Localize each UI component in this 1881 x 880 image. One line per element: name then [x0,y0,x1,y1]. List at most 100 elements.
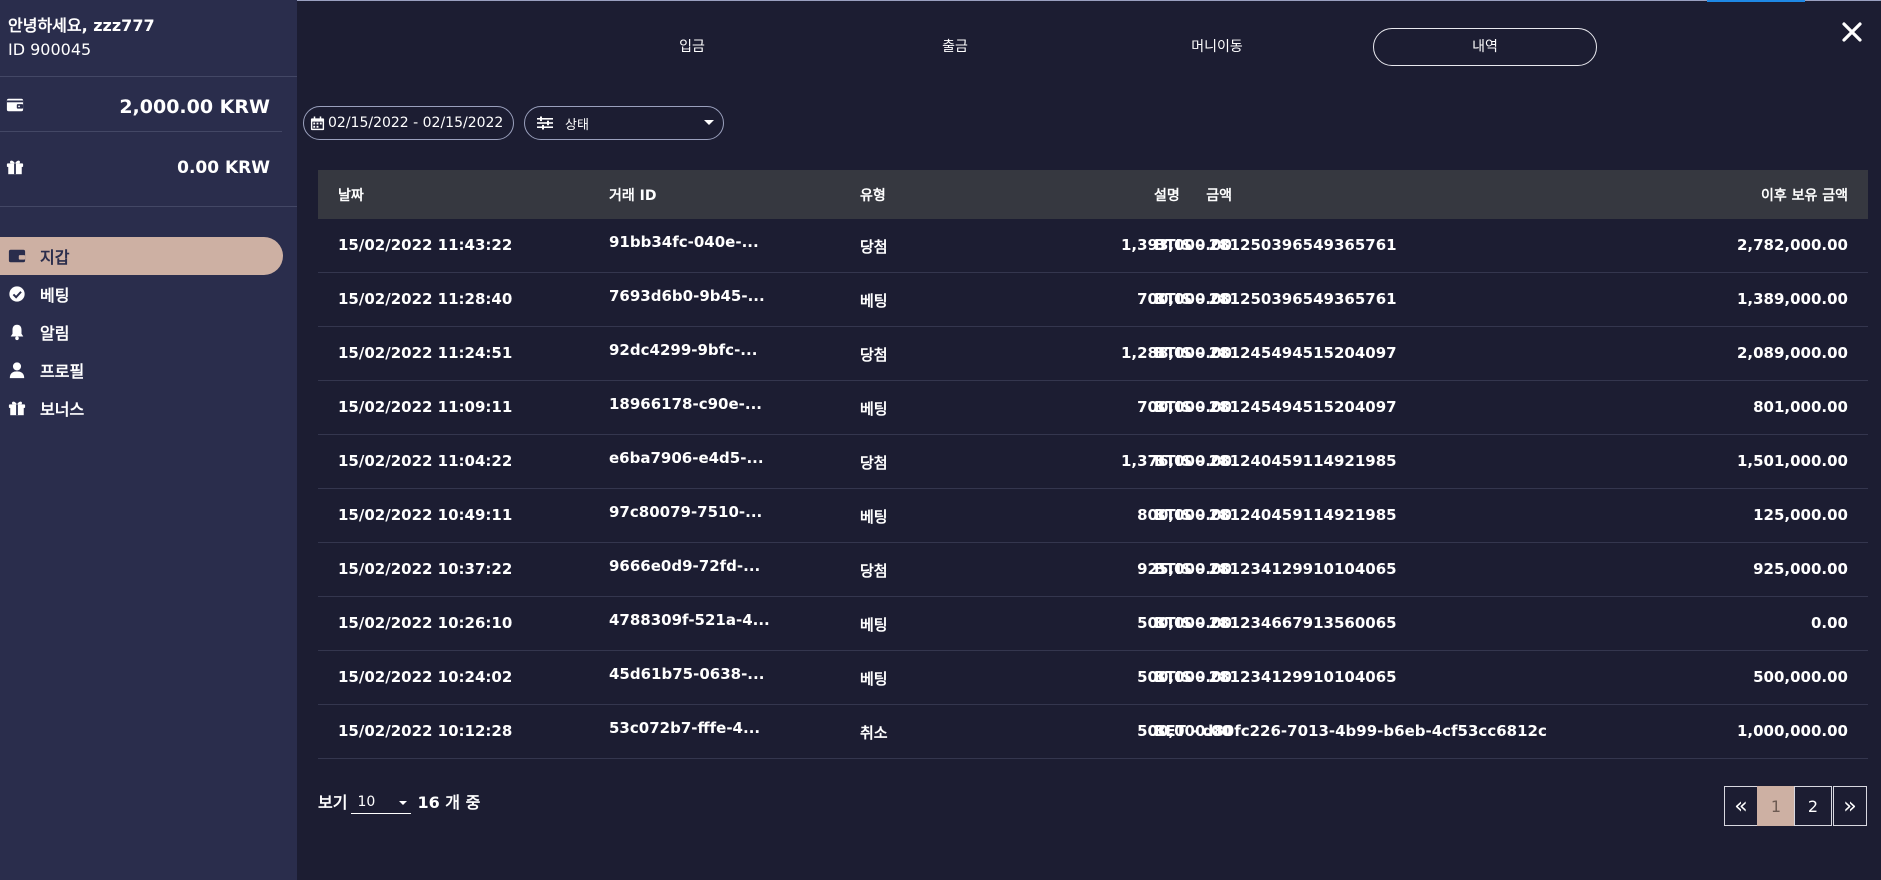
cell-date: 15/02/2022 10:37:22 [338,560,513,578]
tab-deposit[interactable]: 입금 [580,28,804,66]
main-balance: 2,000.00 KRW [119,96,270,118]
col-header-amount: 금액 [1206,188,1232,204]
sliders-icon [537,116,553,130]
check-circle-icon [9,286,25,302]
divider [0,131,282,132]
cell-date: 15/02/2022 11:24:51 [338,344,513,362]
tab-withdraw[interactable]: 출금 [843,28,1067,66]
cell-transaction-id: 92dc4299-9bfc-... [609,341,758,359]
date-range-filter[interactable]: 02/15/2022 - 02/15/2022 [303,106,514,140]
prev-page-button[interactable]: « [1724,786,1758,826]
cell-date: 15/02/2022 11:43:22 [338,236,513,254]
wallet-icon [8,249,26,263]
table-header: 날짜 거래 ID 유형 금액 설명 이후 보유 금액 [318,170,1868,219]
cell-date: 15/02/2022 10:49:11 [338,506,513,524]
tab-transfer[interactable]: 머니이동 [1105,28,1329,66]
sidebar-item-notifications[interactable]: 알림 [0,313,283,351]
cell-balance-after: 2,782,000.00 [1736,236,1848,254]
page-1-button[interactable]: 1 [1757,786,1795,826]
cell-date: 15/02/2022 11:09:11 [338,398,513,416]
table-row[interactable]: 15/02/2022 11:09:11 18966178-c90e-... 베팅 70… [318,381,1868,435]
cell-balance-after: 0.00 [1810,614,1848,632]
cell-balance-after: 801,000.00 [1753,398,1848,416]
cell-date: 15/02/2022 10:26:10 [338,614,513,632]
page-size-value: 10 [357,794,376,810]
pagination: « 1 2 » [1724,786,1867,826]
sidebar-item-bonus[interactable]: 보너스 [0,389,283,427]
gift-icon [8,401,26,416]
cell-balance-after: 925,000.00 [1753,560,1848,578]
chevron-down-icon [704,120,714,125]
sidebar-item-label: 보너스 [40,400,85,419]
wallet-icon [6,98,24,112]
status-filter-select[interactable]: 상태 [524,106,724,140]
cell-type: 당첨 [860,238,888,256]
table-row[interactable]: 15/02/2022 11:28:40 7693d6b0-9b45-... 베팅 70… [318,273,1868,327]
cell-type: 당첨 [860,346,888,364]
col-header-date: 날짜 [338,188,364,204]
col-header-balance-after: 이후 보유 금액 [1760,188,1848,204]
cell-date: 15/02/2022 11:28:40 [338,290,513,308]
tab-bar: 입금 출금 머니이동 내역 [430,28,1598,66]
table-row[interactable]: 15/02/2022 10:24:02 45d61b75-0638-... 베팅 50… [318,651,1868,705]
table-row[interactable]: 15/02/2022 10:26:10 4788309f-521a-4... 베팅 5… [318,597,1868,651]
user-id: ID 900045 [8,40,92,59]
date-range-value: 02/15/2022 - 02/15/2022 [328,115,504,131]
next-page-button[interactable]: » [1833,786,1867,826]
close-icon[interactable] [1838,18,1866,46]
table-body: 15/02/2022 11:43:22 91bb34fc-040e-... 당첨 1,… [318,219,1868,759]
tab-history[interactable]: 내역 [1373,28,1597,66]
sidebar-item-betting[interactable]: 베팅 [0,275,283,313]
table-row[interactable]: 15/02/2022 10:12:28 53c072b7-fffe-4... 취소 5… [318,705,1868,759]
show-label: 보기 [318,792,348,812]
table-row[interactable]: 15/02/2022 10:37:22 9666e0d9-72fd-... 당첨 92… [318,543,1868,597]
sidebar-nav: 지갑 베팅 알림 프로필 보너스 [0,237,297,427]
cell-description: BTIS - 281250396549365761 [1154,290,1397,308]
cell-description: BTIS - 281240459114921985 [1154,506,1397,524]
chevron-down-icon [399,801,408,805]
user-icon [9,362,25,379]
cell-transaction-id: 4788309f-521a-4... [609,611,770,629]
page-2-button[interactable]: 2 [1794,786,1832,826]
table-row[interactable]: 15/02/2022 11:04:22 e6ba7906-e4d5-... 당첨 1,… [318,435,1868,489]
cell-type: 취소 [860,724,888,742]
table-row[interactable]: 15/02/2022 11:43:22 91bb34fc-040e-... 당첨 1,… [318,219,1868,273]
page-size-control: 보기 10 16 개 중 [318,787,480,814]
sidebar-item-label: 알림 [40,324,70,343]
user-greeting: 안녕하세요, zzz777 ID 900045 [8,14,155,62]
sidebar-item-label: 지갑 [40,248,70,267]
gift-icon [6,160,24,175]
cell-balance-after: 500,000.00 [1753,668,1848,686]
cell-type: 베팅 [860,508,888,526]
cell-description: BTIS - 281234129910104065 [1154,560,1397,578]
cell-transaction-id: 18966178-c90e-... [609,395,762,413]
cell-type: 당첨 [860,562,888,580]
cell-date: 15/02/2022 11:04:22 [338,452,513,470]
bell-icon [10,324,24,341]
cell-transaction-id: 97c80079-7510-... [609,503,763,521]
col-header-transaction-id: 거래 ID [609,188,657,204]
sidebar-item-profile[interactable]: 프로필 [0,351,283,389]
cell-description: BTIS - 281250396549365761 [1154,236,1397,254]
cell-transaction-id: 91bb34fc-040e-... [609,233,759,251]
divider [0,76,297,77]
cell-balance-after: 1,501,000.00 [1736,452,1848,470]
cell-balance-after: 1,000,000.00 [1736,722,1848,740]
cell-description: BTIS - 281245494515204097 [1154,398,1397,416]
page-size-select[interactable]: 10 [351,787,412,814]
table-row[interactable]: 15/02/2022 11:24:51 92dc4299-9bfc-... 당첨 1,… [318,327,1868,381]
cell-date: 15/02/2022 10:24:02 [338,668,513,686]
cell-type: 베팅 [860,292,888,310]
cell-transaction-id: 45d61b75-0638-... [609,665,765,683]
greeting-text: 안녕하세요, zzz777 [8,16,155,35]
bonus-balance-row: 0.00 KRW [0,150,282,190]
sidebar: 안녕하세요, zzz777 ID 900045 2,000.00 KRW 0.0… [0,0,297,880]
col-header-type: 유형 [860,188,886,204]
cell-description: BTIS - 281234129910104065 [1154,668,1397,686]
cell-type: 베팅 [860,400,888,418]
sidebar-item-wallet[interactable]: 지갑 [0,237,283,275]
cell-transaction-id: 7693d6b0-9b45-... [609,287,765,305]
col-header-description: 설명 [1154,188,1180,204]
table-row[interactable]: 15/02/2022 10:49:11 97c80079-7510-... 베팅 80… [318,489,1868,543]
cell-type: 베팅 [860,670,888,688]
